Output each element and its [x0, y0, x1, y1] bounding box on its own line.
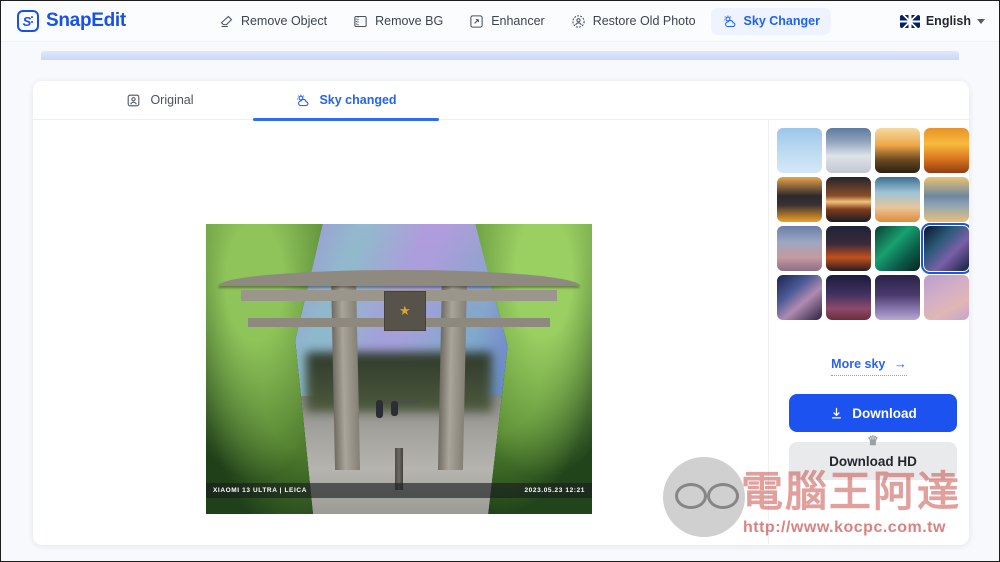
sky-icon	[723, 15, 735, 27]
logo-dots-icon	[31, 16, 33, 18]
remove-background-icon	[354, 15, 367, 27]
sky-thumbnail-moon-over-mountain[interactable]	[777, 226, 822, 271]
sky-thumbnail-pink-rainbow-sky[interactable]	[924, 275, 969, 320]
more-sky-label: More sky	[831, 357, 886, 371]
app-header: S SnapEdit Remove Object Remove BG Enhan…	[1, 1, 999, 42]
brand-logo[interactable]: S SnapEdit	[17, 10, 126, 32]
sky-thumbnail-grid	[777, 128, 969, 320]
nav-label: Remove BG	[375, 14, 444, 28]
sky-thumbnail-purple-aurora[interactable]	[921, 223, 969, 274]
tab-label: Original	[150, 93, 194, 107]
torii-right-pillar	[437, 274, 467, 470]
sky-icon	[297, 94, 309, 106]
nav-label: Restore Old Photo	[592, 14, 696, 28]
arrow-right-icon: →	[893, 356, 907, 371]
nav-label: Enhancer	[491, 14, 545, 28]
snapedit-logo-icon: S	[17, 10, 39, 32]
tab-label: Sky changed	[319, 93, 397, 107]
person-figure	[391, 401, 399, 416]
tab-sky-changed[interactable]: Sky changed	[253, 81, 439, 121]
enhance-icon	[470, 14, 483, 28]
eraser-icon	[220, 15, 233, 27]
sky-thumbnail-dark-hills-orange-sky[interactable]	[777, 177, 822, 222]
torii-plaque: ★	[383, 291, 426, 331]
snapedit-app-window: S SnapEdit Remove Object Remove BG Enhan…	[0, 0, 1000, 562]
nav-item-remove-object[interactable]: Remove Object	[208, 8, 338, 35]
nav-item-restore-old-photo[interactable]: Restore Old Photo	[560, 8, 707, 35]
nav-item-remove-bg[interactable]: Remove BG	[342, 8, 454, 35]
tab-original[interactable]: Original	[67, 81, 253, 120]
sky-thumbnail-blood-moon-clouds[interactable]	[826, 226, 871, 271]
nav-item-enhancer[interactable]: Enhancer	[458, 8, 556, 35]
sky-thumbnail-hazy-sea-horizon[interactable]	[924, 177, 969, 222]
preview-tabs: Original Sky changed	[33, 81, 969, 121]
uk-flag-icon	[899, 14, 920, 28]
sky-thumbnail-golden-sunrise-sea[interactable]	[875, 128, 920, 173]
chevron-down-icon	[977, 18, 985, 24]
sky-thumbnail-milky-way-left[interactable]	[777, 275, 822, 320]
download-hd-button[interactable]: ♛ Download HD	[789, 433, 957, 480]
exif-datetime-text: 2023.05.23 12:21	[524, 487, 585, 494]
sky-thumbnail-teal-clouds-sunset[interactable]	[875, 177, 920, 222]
brand-name: SnapEdit	[46, 10, 126, 31]
download-hd-label: Download HD	[829, 453, 917, 469]
editor-body: ★ XIAOMI 13 ULTRA | LEICA 2023.05.23 12:…	[33, 120, 969, 544]
sky-thumbnail-orange-sunset[interactable]	[924, 128, 969, 173]
download-button[interactable]: Download	[789, 394, 957, 432]
torii-left-pillar	[331, 274, 361, 470]
language-label: English	[925, 14, 971, 28]
sky-selection-panel: More sky → Download ♛ Download HD	[768, 120, 969, 544]
person-figure	[375, 400, 383, 418]
nav-label: Sky Changer	[743, 14, 820, 28]
crown-icon: ♛	[867, 433, 879, 448]
header-accent-strip	[41, 51, 959, 60]
restore-photo-icon	[572, 14, 585, 28]
image-canvas-pane: ★ XIAOMI 13 ULTRA | LEICA 2023.05.23 12:…	[33, 120, 768, 544]
main-nav: Remove Object Remove BG Enhancer Restore…	[208, 7, 831, 35]
more-sky-link[interactable]: More sky →	[769, 356, 969, 376]
sky-thumbnail-violet-night-sky[interactable]	[875, 275, 920, 320]
editor-card: Original Sky changed ★ XIAOMI 13 ULTRA |…	[33, 81, 969, 545]
nav-label: Remove Object	[240, 14, 328, 28]
sky-thumbnail-green-aurora[interactable]	[875, 226, 920, 271]
sky-thumbnail-sun-on-horizon[interactable]	[826, 177, 871, 222]
result-image[interactable]: ★ XIAOMI 13 ULTRA | LEICA 2023.05.23 12:…	[206, 224, 592, 514]
download-icon	[832, 407, 842, 418]
exif-overlay-bar: XIAOMI 13 ULTRA | LEICA 2023.05.23 12:21	[206, 483, 592, 498]
portrait-icon	[128, 94, 140, 106]
sky-thumbnail-cumulus-clouds[interactable]	[826, 128, 871, 173]
nav-item-sky-changer[interactable]: Sky Changer	[710, 7, 831, 35]
download-label: Download	[852, 405, 917, 421]
distant-torii	[383, 400, 419, 432]
language-selector[interactable]: English	[899, 14, 985, 28]
sky-thumbnail-milky-way-core[interactable]	[826, 275, 871, 320]
exif-camera-text: XIAOMI 13 ULTRA | LEICA	[213, 487, 307, 494]
sky-thumbnail-blue-sky-clouds[interactable]	[777, 128, 822, 173]
